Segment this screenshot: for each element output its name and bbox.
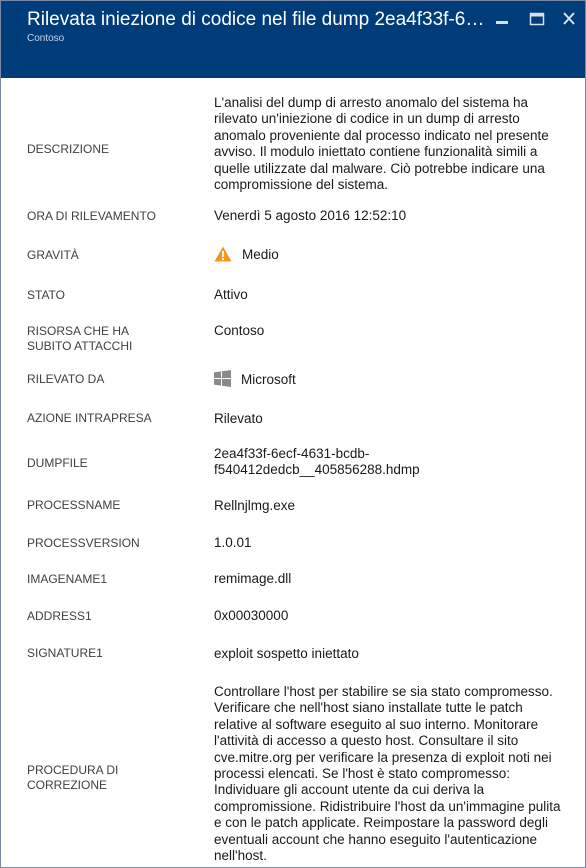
- field-label: RISORSA CHE HA SUBITO ATTACCHI: [27, 324, 133, 353]
- field-value: 1.0.01: [214, 535, 252, 550]
- detail-row-address1: ADDRESS1 0x00030000: [1, 608, 585, 644]
- severity-text: Medio: [242, 247, 279, 262]
- field-label: PROCEDURA DI CORREZIONE: [27, 763, 119, 792]
- field-label: ADDRESS1: [27, 609, 92, 623]
- close-icon: [563, 12, 575, 25]
- field-value: Attivo: [214, 287, 248, 302]
- minimize-icon: [496, 21, 508, 24]
- detail-row-stato: STATO Attivo: [1, 286, 585, 322]
- field-value: Rilevato: [214, 411, 263, 426]
- alert-blade: Rilevata iniezione di codice nel file du…: [0, 0, 586, 868]
- detector-text: Microsoft: [241, 372, 296, 387]
- field-value: remimage.dll: [214, 571, 292, 586]
- detail-row-descrizione: DESCRIZIONE L'analisi del dump di arrest…: [1, 92, 585, 208]
- warning-icon: [214, 246, 232, 266]
- detail-row-processname: PROCESSNAME Rellnjlmg.exe: [1, 496, 585, 532]
- field-label: SIGNATURE1: [27, 646, 103, 660]
- blade-header: Rilevata iniezione di codice nel file du…: [1, 1, 585, 78]
- field-value-with-icon: Microsoft: [214, 370, 564, 391]
- detail-row-imagename1: IMAGENAME1 remimage.dll: [1, 571, 585, 607]
- field-value: 0x00030000: [214, 608, 289, 623]
- detail-row-processversion: PROCESSVERSION 1.0.01: [1, 534, 585, 570]
- alert-title: Rilevata iniezione di codice nel file du…: [27, 9, 487, 30]
- field-label: RILEVATO DA: [27, 372, 105, 386]
- field-value: exploit sospetto iniettato: [214, 646, 359, 661]
- field-value: Rellnjlmg.exe: [214, 498, 296, 513]
- windows-logo-icon: [214, 370, 231, 391]
- field-label: IMAGENAME1: [27, 572, 108, 586]
- minimize-button[interactable]: [491, 9, 513, 29]
- detail-row-gravita: GRAVITÀ Medio: [1, 246, 585, 286]
- field-value: 2ea4f33f-6ecf-4631-bcdb-f540412dedcb__40…: [214, 446, 420, 478]
- field-label: PROCESSNAME: [27, 498, 121, 512]
- detail-row-rilevato-da: RILEVATO DA Microsoft: [1, 370, 585, 410]
- maximize-icon: [529, 12, 545, 26]
- field-value: L'analisi del dump di arresto anomalo de…: [214, 95, 549, 193]
- field-label: AZIONE INTRAPRESA: [27, 411, 152, 425]
- field-label: PROCESSVERSION: [27, 536, 140, 550]
- detail-row-risorsa: RISORSA CHE HA SUBITO ATTACCHI Contoso: [1, 322, 585, 370]
- alert-subtitle: Contoso: [27, 33, 65, 44]
- field-label: DESCRIZIONE: [27, 142, 110, 156]
- field-value: Controllare l'host per stabilire se sia …: [214, 684, 561, 864]
- field-value-with-icon: Medio: [214, 246, 564, 266]
- detail-row-signature1: SIGNATURE1 exploit sospetto iniettato: [1, 644, 585, 680]
- field-label: STATO: [27, 288, 66, 302]
- field-label: GRAVITÀ: [27, 248, 79, 262]
- maximize-button[interactable]: [526, 9, 548, 29]
- field-value: Venerdì 5 agosto 2016 12:52:10: [214, 208, 407, 223]
- detail-row-azione: AZIONE INTRAPRESA Rilevato: [1, 410, 585, 446]
- close-button[interactable]: [559, 9, 581, 29]
- detail-row-ora-rilevamento: ORA DI RILEVAMENTO Venerdì 5 agosto 2016…: [1, 208, 585, 248]
- detail-row-dumpfile: DUMPFILE 2ea4f33f-6ecf-4631-bcdb-f540412…: [1, 446, 585, 494]
- field-label: ORA DI RILEVAMENTO: [27, 209, 156, 223]
- field-value: Contoso: [214, 323, 265, 338]
- field-label: DUMPFILE: [27, 456, 88, 470]
- detail-row-procedura: PROCEDURA DI CORREZIONE Controllare l'ho…: [1, 682, 585, 864]
